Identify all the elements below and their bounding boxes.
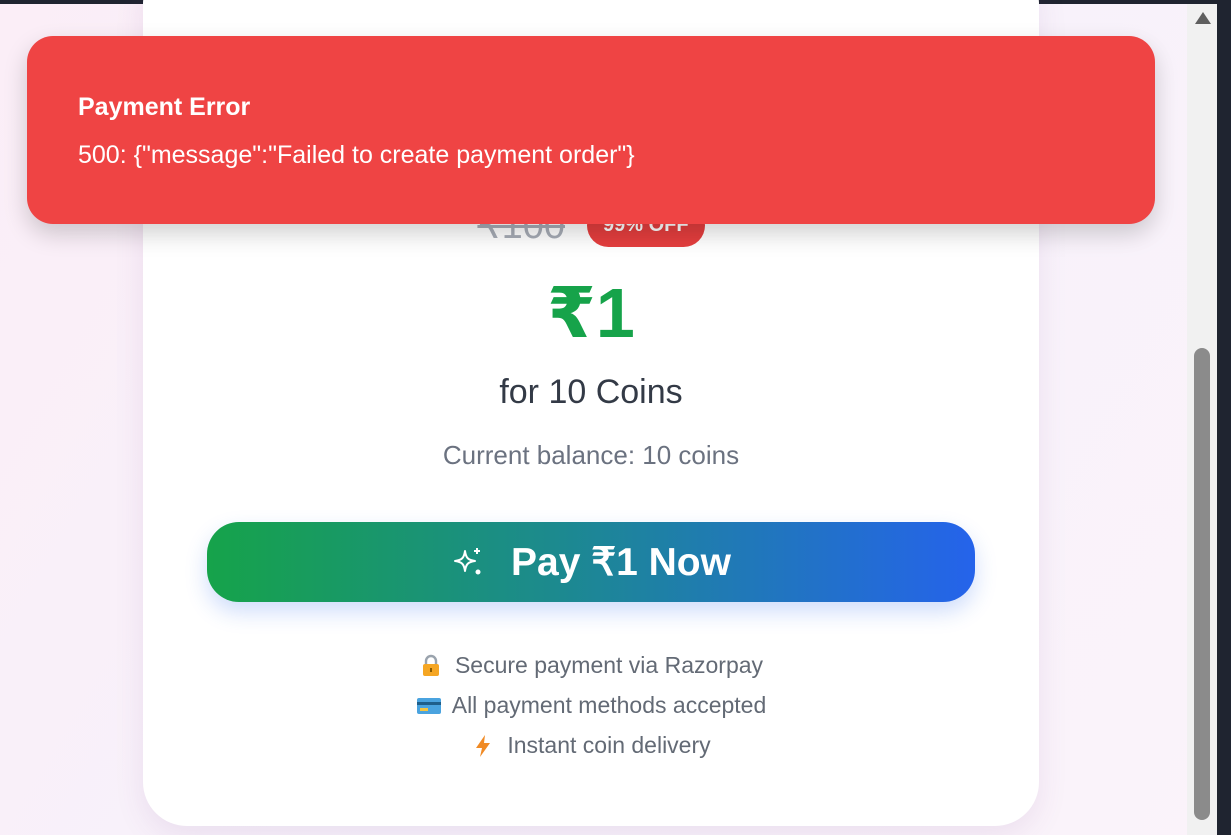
lock-icon	[419, 654, 443, 678]
scroll-up-arrow-icon[interactable]	[1195, 12, 1211, 24]
coins-amount: for 10 Coins	[499, 373, 683, 411]
feature-label: Secure payment via Razorpay	[454, 652, 764, 678]
feature-label: Instant coin delivery	[507, 732, 711, 758]
credit-card-icon	[416, 694, 441, 718]
window-right-edge	[1217, 0, 1231, 835]
lightning-icon	[471, 734, 495, 758]
feature-item-delivery: Instant coin delivery	[471, 732, 711, 759]
vertical-scrollbar[interactable]	[1187, 4, 1217, 835]
current-balance: Current balance: 10 coins	[442, 440, 740, 470]
feature-item-methods: All payment methods accepted	[416, 692, 767, 719]
pay-now-label: Pay ₹1 Now	[511, 540, 731, 584]
offer-price: ₹1	[547, 274, 635, 352]
sparkles-icon	[451, 545, 485, 579]
feature-item-secure: Secure payment via Razorpay	[419, 652, 763, 679]
feature-list: Secure payment via Razorpay All payment …	[143, 652, 1039, 759]
payment-error-toast[interactable]: Payment Error 500: {"message":"Failed to…	[27, 36, 1155, 224]
toast-message: 500: {"message":"Failed to create paymen…	[78, 141, 635, 169]
toast-title: Payment Error	[78, 93, 251, 121]
scrollbar-thumb[interactable]	[1194, 348, 1210, 820]
pay-now-button[interactable]: Pay ₹1 Now	[207, 522, 975, 602]
feature-label: All payment methods accepted	[451, 692, 767, 718]
